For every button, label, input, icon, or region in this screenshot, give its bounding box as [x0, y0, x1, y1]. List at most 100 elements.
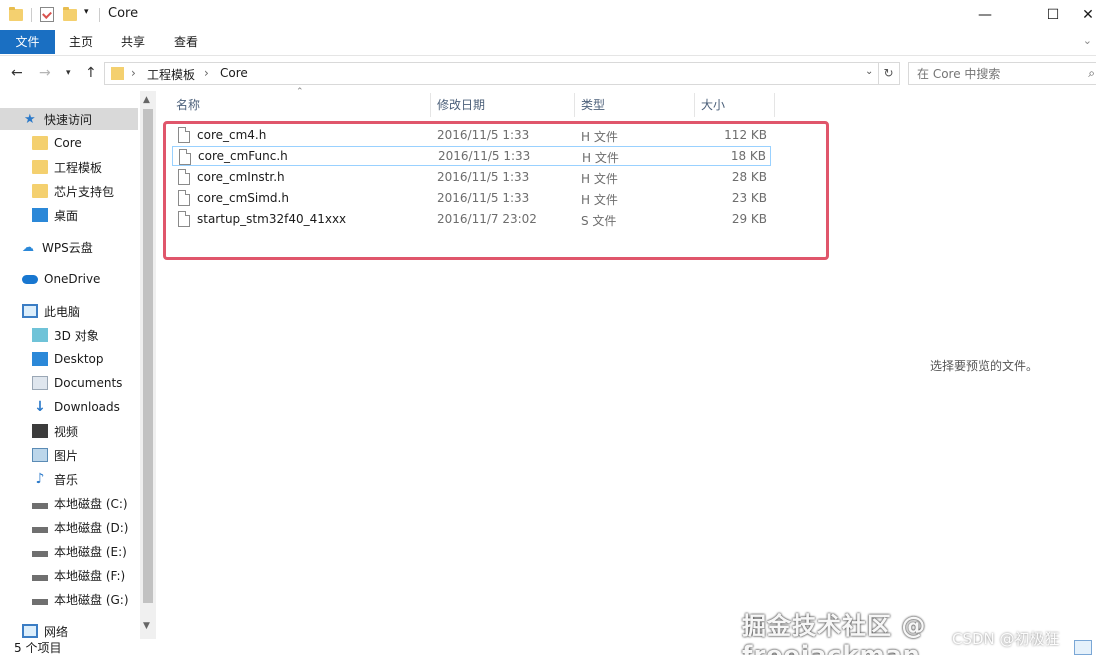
breadcrumb-project-template[interactable]: 工程模板	[147, 66, 195, 83]
sidebar-item-drive-e[interactable]: 本地磁盘 (E:)	[0, 540, 140, 562]
breadcrumb-core[interactable]: Core	[220, 66, 248, 80]
sidebar-item-drive-f[interactable]: 本地磁盘 (F:)	[0, 564, 140, 586]
sidebar-item-label: Documents	[54, 376, 123, 390]
video-icon	[32, 424, 48, 438]
back-arrow-icon[interactable]: ←	[11, 65, 23, 81]
column-header-date[interactable]: 修改日期	[437, 93, 485, 117]
column-divider[interactable]	[430, 93, 431, 117]
network-icon	[22, 624, 38, 638]
tab-file[interactable]: 文件	[0, 30, 55, 54]
sidebar-item-core[interactable]: Core	[0, 132, 140, 154]
scrollbar-thumb[interactable]	[143, 109, 153, 603]
expand-ribbon-icon[interactable]: ⌄	[1083, 34, 1092, 47]
close-button[interactable]: ✕	[1080, 0, 1096, 30]
sidebar-item-label: 此电脑	[44, 304, 81, 319]
folder-icon	[32, 160, 48, 174]
sidebar-item-project-template[interactable]: 工程模板	[0, 156, 140, 178]
sidebar-item-label: 芯片支持包	[54, 184, 115, 199]
drive-icon	[32, 575, 48, 581]
breadcrumb-separator[interactable]: ›	[204, 66, 209, 80]
address-bar[interactable]: › 工程模板 › Core ⌄	[104, 62, 879, 85]
sidebar-item-label: 网络	[44, 624, 69, 639]
sidebar-item-label: 本地磁盘 (D:)	[54, 520, 129, 535]
annotation-highlight-box	[163, 121, 829, 260]
sidebar-item-drive-d[interactable]: 本地磁盘 (D:)	[0, 516, 140, 538]
tab-view[interactable]: 查看	[165, 30, 207, 54]
sidebar-item-desktop-quick[interactable]: 桌面	[0, 204, 140, 226]
forward-arrow-icon[interactable]: →	[39, 65, 51, 81]
column-header-type[interactable]: 类型	[581, 93, 605, 117]
sidebar-item-label: 本地磁盘 (F:)	[54, 568, 126, 583]
column-divider[interactable]	[774, 93, 775, 117]
documents-icon	[32, 376, 48, 390]
drive-icon	[32, 503, 48, 509]
customize-toolbar-icon[interactable]: ▾	[84, 7, 89, 17]
sidebar-item-label: 图片	[54, 448, 79, 463]
sidebar-item-drive-c[interactable]: 本地磁盘 (C:)	[0, 492, 140, 514]
properties-icon[interactable]	[40, 7, 54, 22]
pc-icon	[22, 304, 38, 318]
desktop-icon	[32, 208, 48, 222]
watermark: CSDN @初极狂	[952, 630, 1060, 648]
column-header-name[interactable]: 名称	[176, 93, 200, 117]
sidebar-item-wps-cloud[interactable]: ☁ WPS云盘	[0, 236, 140, 258]
folder-icon	[111, 67, 124, 80]
tab-home[interactable]: 主页	[60, 30, 102, 54]
address-dropdown-icon[interactable]: ⌄	[865, 66, 873, 77]
up-arrow-icon[interactable]: ↑	[85, 65, 97, 81]
sidebar-item-3d-objects[interactable]: 3D 对象	[0, 324, 140, 346]
drive-icon	[32, 599, 48, 605]
minimize-button[interactable]: —	[962, 0, 1008, 30]
folder-icon	[9, 6, 23, 24]
new-folder-icon[interactable]	[63, 6, 77, 24]
onedrive-icon	[22, 274, 38, 284]
address-row: ← → ▾ ↑ › 工程模板 › Core ⌄ ↻ ⌕	[0, 56, 1096, 91]
scroll-down-icon[interactable]: ▼	[143, 621, 150, 631]
sidebar-item-documents[interactable]: Documents	[0, 372, 140, 394]
sidebar-item-label: Downloads	[54, 400, 120, 414]
search-input[interactable]	[909, 63, 1079, 84]
sidebar-item-label: 本地磁盘 (C:)	[54, 496, 128, 511]
window-title: Core	[108, 6, 139, 21]
sidebar-item-chip-support[interactable]: 芯片支持包	[0, 180, 140, 202]
cloud-icon: ☁	[22, 240, 34, 254]
sidebar-item-onedrive[interactable]: OneDrive	[0, 268, 140, 290]
sidebar-item-network[interactable]: 网络	[0, 620, 140, 639]
sidebar-item-label: WPS云盘	[42, 240, 93, 255]
scroll-up-icon[interactable]: ▲	[143, 95, 150, 105]
sidebar-item-drive-g[interactable]: 本地磁盘 (G:)	[0, 588, 140, 610]
refresh-icon[interactable]: ↻	[878, 62, 900, 85]
sidebar-item-downloads[interactable]: ↓ Downloads	[0, 396, 140, 418]
column-header-size[interactable]: 大小	[701, 93, 725, 117]
sidebar-item-videos[interactable]: 视频	[0, 420, 140, 442]
desktop-icon	[32, 352, 48, 366]
breadcrumb-separator[interactable]: ›	[131, 66, 136, 80]
preview-message: 选择要预览的文件。	[930, 359, 1039, 373]
sidebar-scrollbar[interactable]: ▲ ▼	[140, 91, 156, 639]
column-divider[interactable]	[694, 93, 695, 117]
recent-locations-icon[interactable]: ▾	[66, 68, 71, 78]
sidebar-item-label: 本地磁盘 (E:)	[54, 544, 127, 559]
maximize-button[interactable]: ☐	[1030, 0, 1076, 30]
sidebar-item-music[interactable]: ♪ 音乐	[0, 468, 140, 490]
search-icon[interactable]: ⌕	[1088, 66, 1095, 81]
music-icon: ♪	[35, 471, 45, 487]
search-box[interactable]: ⌕	[908, 62, 1096, 85]
tab-share[interactable]: 共享	[112, 30, 154, 54]
sidebar-item-quick-access[interactable]: ★ 快速访问	[0, 108, 138, 130]
column-divider[interactable]	[574, 93, 575, 117]
sidebar-item-label: OneDrive	[44, 272, 101, 286]
download-icon: ↓	[34, 399, 46, 415]
sidebar-item-label: 本地磁盘 (G:)	[54, 592, 129, 607]
separator	[99, 8, 100, 22]
sidebar-item-pictures[interactable]: 图片	[0, 444, 140, 466]
drive-icon	[32, 551, 48, 557]
sidebar-item-label: 视频	[54, 424, 79, 439]
title-bar: ▾ Core — ☐ ✕	[0, 0, 1096, 30]
sidebar-item-label: Core	[54, 136, 82, 150]
star-icon: ★	[24, 111, 36, 127]
sidebar-item-this-pc[interactable]: 此电脑	[0, 300, 140, 322]
sidebar-item-desktop[interactable]: Desktop	[0, 348, 140, 370]
pictures-icon	[32, 448, 48, 462]
sidebar-item-label: 音乐	[54, 472, 79, 487]
